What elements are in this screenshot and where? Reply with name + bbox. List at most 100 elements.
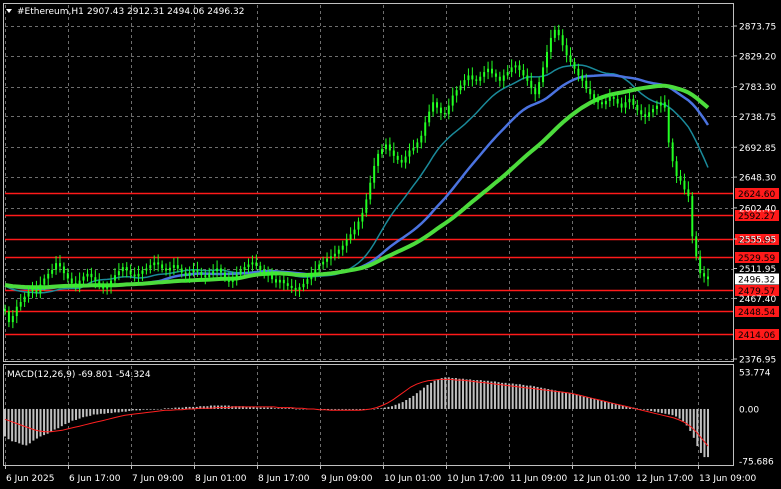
macd-bar <box>348 408 351 410</box>
macd-bar <box>454 378 457 409</box>
macd-bar <box>103 408 106 414</box>
macd-bar <box>14 408 17 442</box>
macd-bar <box>284 408 287 409</box>
macd-bar <box>99 408 102 414</box>
level-label: 2414.06 <box>738 331 775 341</box>
macd-bar <box>586 397 589 409</box>
price-tick-label: 2873.75 <box>739 23 776 33</box>
macd-bar <box>75 408 78 420</box>
time-tick-label: 7 Jun 09:00 <box>132 474 184 484</box>
macd-bar <box>515 384 518 409</box>
macd-tick-label: 0.00 <box>739 405 759 415</box>
macd-tick-label: -75.686 <box>739 458 774 468</box>
macd-bar <box>479 380 482 409</box>
macd-bar <box>344 408 347 410</box>
macd-bar <box>675 408 678 417</box>
macd-bar <box>589 397 592 409</box>
macd-bar <box>533 386 536 409</box>
macd-bar <box>426 384 429 409</box>
macd-bar <box>547 389 550 409</box>
time-tick-label: 11 Jun 09:00 <box>510 474 567 484</box>
macd-bar <box>110 408 113 414</box>
macd-bar <box>699 408 702 453</box>
macd-bar <box>341 408 344 410</box>
macd-bar <box>277 408 280 409</box>
time-tick-label: 6 Jun 2025 <box>6 474 54 484</box>
macd-bar <box>408 397 411 409</box>
macd-bar <box>433 380 436 409</box>
macd-bar <box>543 388 546 409</box>
macd-bar <box>351 408 354 410</box>
macd-bar <box>401 402 404 409</box>
macd-bar <box>511 383 514 409</box>
macd-bar <box>671 408 674 416</box>
macd-bar <box>71 408 74 421</box>
macd-bar <box>135 408 138 411</box>
macd-bar <box>415 393 418 409</box>
macd-bar <box>653 408 656 412</box>
price-tick-label: 2376.95 <box>739 356 776 366</box>
macd-bar <box>149 408 152 410</box>
time-tick-label: 10 Jun 01:00 <box>384 474 441 484</box>
macd-bar <box>359 408 362 410</box>
macd-bar <box>131 408 134 411</box>
macd-bar <box>4 408 6 437</box>
svg-text:2496.32: 2496.32 <box>738 275 775 285</box>
macd-bar <box>483 380 486 409</box>
macd-bar <box>160 408 163 410</box>
macd-bar <box>522 384 525 409</box>
price-tick-label: 2783.30 <box>739 83 776 93</box>
level-label: 2448.54 <box>738 308 775 318</box>
macd-bar <box>117 408 120 413</box>
macd-bar <box>53 408 56 430</box>
macd-bar <box>692 408 695 438</box>
ohlc-readout: 2907.43 2912.31 2494.06 2496.32 <box>87 7 244 17</box>
macd-bar <box>334 408 337 410</box>
macd-bar <box>82 408 85 418</box>
macd-bar <box>156 408 159 410</box>
time-tick-label: 8 Jun 17:00 <box>258 474 310 484</box>
macd-bar <box>497 382 500 409</box>
macd-bar <box>380 408 383 409</box>
macd-bar <box>302 408 305 410</box>
macd-bar <box>50 408 53 432</box>
level-label: 2624.60 <box>738 190 775 200</box>
macd-bar <box>394 404 397 409</box>
macd-bar <box>177 407 180 409</box>
macd-bar <box>430 382 433 409</box>
macd-bar <box>92 408 95 415</box>
macd-bar <box>682 408 685 422</box>
time-tick-label: 13 Jun 09:00 <box>699 474 756 484</box>
price-tick-label: 2738.75 <box>739 113 776 123</box>
macd-bar <box>444 377 447 409</box>
trading-chart[interactable]: 2624.602592.272555.952529.592479.572448.… <box>0 0 781 489</box>
macd-bar <box>60 408 63 427</box>
macd-bar <box>422 387 425 409</box>
macd-bar <box>536 386 539 409</box>
macd-bar <box>604 401 607 409</box>
macd-bar <box>64 408 67 425</box>
time-tick-label: 6 Jun 17:00 <box>69 474 121 484</box>
macd-bar <box>259 407 262 409</box>
macd-bar <box>440 378 443 409</box>
macd-bar <box>174 407 177 409</box>
macd-bar <box>128 408 131 412</box>
macd-bar <box>561 391 564 409</box>
macd-bar <box>696 408 699 447</box>
price-tick-label: 2692.85 <box>739 144 776 154</box>
macd-bar <box>106 408 109 414</box>
macd-bar <box>472 380 475 409</box>
macd-bar <box>419 390 422 409</box>
macd-bar <box>391 406 394 409</box>
macd-bar <box>476 380 479 409</box>
macd-bar <box>650 408 653 412</box>
macd-bar <box>142 408 145 410</box>
macd-bar <box>153 408 156 410</box>
macd-bar <box>469 379 472 409</box>
macd-bar <box>504 382 507 409</box>
macd-bar <box>525 385 528 409</box>
macd-bar <box>465 379 468 409</box>
macd-bar <box>412 395 415 409</box>
macd-bar <box>376 408 379 409</box>
macd-bar <box>146 408 149 410</box>
